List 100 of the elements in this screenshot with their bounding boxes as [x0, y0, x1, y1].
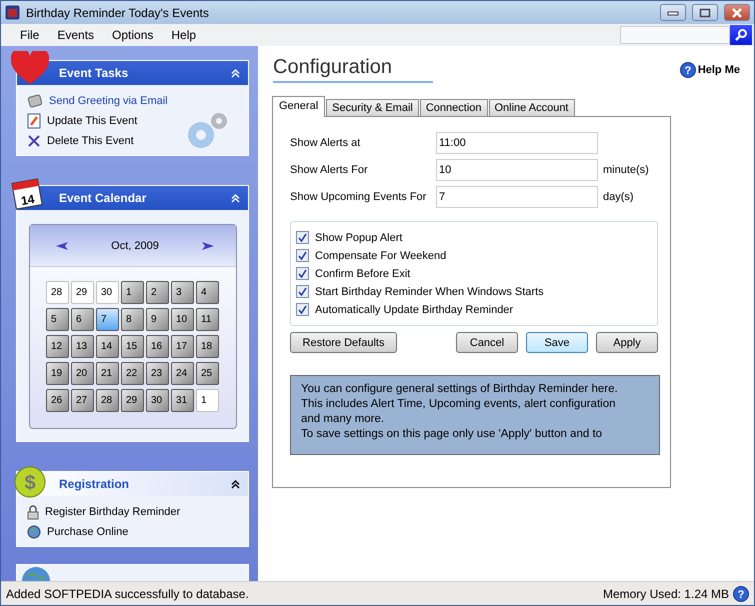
calendar-day[interactable]: 31	[171, 389, 194, 412]
app-icon	[5, 5, 20, 20]
tab[interactable]: Connection	[420, 99, 488, 117]
window-title: Birthday Reminder Today's Events	[26, 6, 210, 20]
calendar-day[interactable]: 15	[121, 335, 144, 358]
field-label: Show Alerts For	[290, 164, 369, 176]
search-field[interactable]	[620, 26, 730, 44]
unit-label: minute(s)	[603, 164, 649, 176]
month-label: Oct, 2009	[111, 240, 159, 252]
dialog-button[interactable]: Apply	[596, 332, 658, 353]
calendar-day[interactable]: 29	[121, 389, 144, 412]
task-link[interactable]: Delete This Event	[27, 133, 240, 149]
help-icon[interactable]: ?	[680, 62, 696, 78]
registration-link[interactable]: Purchase Online	[27, 524, 240, 540]
pencil-icon	[27, 113, 41, 129]
memory-usage: Memory Used: 1.24 MB	[602, 586, 729, 600]
status-message: Added SOFTPEDIA successfully to database.	[6, 586, 250, 600]
menu-item[interactable]: Help	[162, 28, 206, 42]
calendar-day[interactable]: 12	[46, 335, 69, 358]
tab[interactable]: Online Account	[488, 99, 574, 117]
calendar-day[interactable]: 14	[96, 335, 119, 358]
calendar-day[interactable]: 25	[196, 362, 219, 385]
calendar-day[interactable]: 29	[71, 281, 94, 304]
calendar-day[interactable]: 21	[96, 362, 119, 385]
input-field[interactable]: 7	[436, 186, 598, 208]
close-button[interactable]	[724, 4, 750, 21]
calendar-day[interactable]: 19	[46, 362, 69, 385]
next-month-button[interactable]	[202, 242, 214, 250]
calendar-day[interactable]: 4	[196, 281, 219, 304]
task-link[interactable]: Update This Event	[27, 113, 240, 129]
calendar-day[interactable]: 1	[196, 389, 219, 412]
calendar-day[interactable]: 23	[146, 362, 169, 385]
page-title: Configuration	[273, 56, 433, 83]
input-field[interactable]: 10	[436, 158, 598, 180]
dialog-button[interactable]: Restore Defaults	[290, 332, 397, 353]
calendar-day[interactable]: 9	[146, 308, 169, 331]
checkbox[interactable]	[296, 249, 309, 262]
calendar-icon: 14	[11, 176, 45, 210]
checkbox-option[interactable]: Start Birthday Reminder When Windows Starts	[296, 285, 652, 298]
calendar-day[interactable]: 30	[96, 281, 119, 304]
calendar-day[interactable]: 24	[171, 362, 194, 385]
calendar-day[interactable]: 20	[71, 362, 94, 385]
task-link[interactable]: Send Greeting via Email	[27, 93, 240, 109]
info-note: You can configure general settings of Birthday Reminder here. This includes Alert Time, Upcoming events, alert configuration and many more. To save settings on this page only use 'Apply' button and to	[290, 375, 660, 455]
tab[interactable]: General	[272, 96, 326, 117]
calendar-day[interactable]: 26	[46, 389, 69, 412]
cross-icon	[27, 134, 41, 148]
calendar-day[interactable]: 17	[171, 335, 194, 358]
help-icon[interactable]: ?	[733, 586, 749, 602]
calendar-day[interactable]: 16	[146, 335, 169, 358]
calendar-day[interactable]: 8	[121, 308, 144, 331]
checkbox[interactable]	[296, 285, 309, 298]
checkbox-option[interactable]: Compensate For Weekend	[296, 249, 652, 262]
calendar-day[interactable]: 10	[171, 308, 194, 331]
menu-item[interactable]: File	[11, 28, 48, 42]
calendar-day[interactable]: 28	[46, 281, 69, 304]
calendar-day[interactable]: 30	[146, 389, 169, 412]
maximize-icon	[699, 8, 711, 18]
search-button[interactable]	[730, 25, 752, 45]
checkbox[interactable]	[296, 231, 309, 244]
minimize-icon	[667, 10, 679, 16]
calendar-day[interactable]: 13	[71, 335, 94, 358]
checkbox-option[interactable]: Automatically Update Birthday Reminder	[296, 303, 652, 316]
calendar-day[interactable]: 28	[96, 389, 119, 412]
search-icon	[734, 28, 748, 42]
field-label: Show Upcoming Events For	[290, 190, 428, 202]
globe-icon	[27, 525, 41, 539]
globe-icon	[21, 565, 51, 581]
close-icon	[731, 8, 743, 18]
checkbox[interactable]	[296, 267, 309, 280]
calendar-day[interactable]: 1	[121, 281, 144, 304]
calendar-day[interactable]: 27	[71, 389, 94, 412]
previous-month-button[interactable]	[56, 242, 68, 250]
collapse-icon[interactable]	[231, 480, 240, 488]
menu-item[interactable]: Events	[48, 28, 104, 42]
calendar-day[interactable]: 22	[121, 362, 144, 385]
dialog-button[interactable]: Save	[526, 332, 588, 353]
maximize-button[interactable]	[692, 4, 718, 21]
menu-item[interactable]: Options	[103, 28, 162, 42]
minimize-button[interactable]	[660, 4, 686, 21]
calendar-day[interactable]: 2	[146, 281, 169, 304]
calendar-day[interactable]: 5	[46, 308, 69, 331]
checkbox[interactable]	[296, 303, 309, 316]
calendar-day[interactable]: 7	[96, 308, 119, 331]
heart-icon	[11, 51, 49, 85]
calendar-day[interactable]: 18	[196, 335, 219, 358]
lock-icon	[27, 504, 39, 520]
dollar-icon: $	[14, 466, 46, 498]
field-label: Show Alerts at	[290, 136, 362, 148]
input-field[interactable]: 11:00	[436, 132, 598, 154]
calendar-day[interactable]: 11	[196, 308, 219, 331]
calendar-day[interactable]: 3	[171, 281, 194, 304]
checkbox-option[interactable]: Confirm Before Exit	[296, 267, 652, 280]
tab[interactable]: Security & Email	[326, 99, 419, 117]
registration-link[interactable]: Register Birthday Reminder	[27, 504, 240, 520]
calendar-day[interactable]: 6	[71, 308, 94, 331]
dialog-button[interactable]: Cancel	[456, 332, 518, 353]
help-link[interactable]: ? Help Me	[680, 62, 740, 78]
unit-label: day(s)	[603, 190, 634, 202]
checkbox-option[interactable]: Show Popup Alert	[296, 231, 652, 244]
